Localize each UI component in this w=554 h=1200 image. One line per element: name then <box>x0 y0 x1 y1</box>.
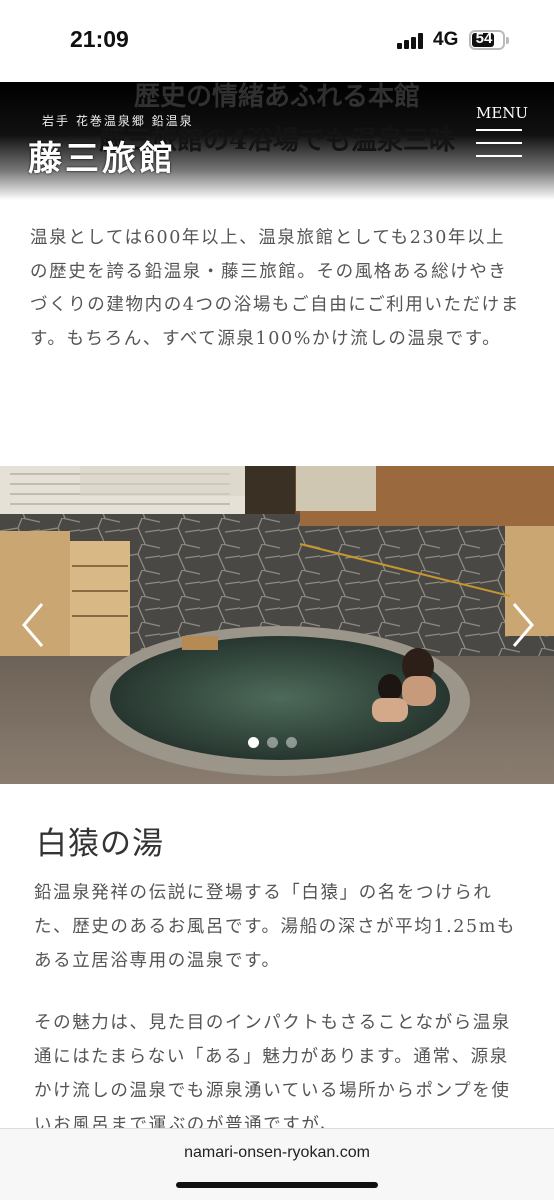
menu-button[interactable]: MENU <box>476 104 529 168</box>
site-header: 歴史の情緒あふれる本館 藤三旅館の4浴場でも温泉三昧 岩手 花巻温泉郷 鉛温泉 … <box>0 82 554 200</box>
status-bar: 21:09 4G 54 <box>0 0 554 82</box>
logo-title: 藤三旅館 <box>28 139 176 179</box>
battery-level: 54 <box>475 30 493 47</box>
carousel-next-arrow-icon[interactable] <box>508 600 536 650</box>
logo-subtitle: 岩手 花巻温泉郷 鉛温泉 <box>42 114 194 128</box>
url-text[interactable]: namari-onsen-ryokan.com <box>0 1144 554 1162</box>
site-logo[interactable]: 岩手 花巻温泉郷 鉛温泉 藤三旅館 <box>28 112 194 180</box>
network-type: 4G <box>433 29 459 50</box>
section-paragraph-1: 鉛温泉発祥の伝説に登場する「白猿」の名をつけられた、歴史のあるお風呂です。湯船の… <box>34 883 517 971</box>
page-heading-line-1: 歴史の情緒あふれる本館 <box>133 82 420 112</box>
battery-icon: 54 <box>469 30 509 50</box>
carousel-dot-3[interactable] <box>286 737 297 748</box>
browser-address-bar[interactable]: namari-onsen-ryokan.com <box>0 1128 554 1200</box>
carousel-dot-2[interactable] <box>267 737 278 748</box>
intro-text: 温泉としては600年以上、温泉旅館としても230年以上の歴史を誇る鉛温泉・藤三旅… <box>30 228 520 349</box>
carousel-dots <box>248 737 297 748</box>
home-indicator[interactable] <box>176 1182 378 1188</box>
carousel-prev-arrow-icon[interactable] <box>20 600 48 650</box>
signal-icon <box>397 33 425 49</box>
hamburger-icon <box>476 129 522 157</box>
section-title: 白猿の湯 <box>36 826 164 862</box>
menu-label: MENU <box>476 104 529 122</box>
section-paragraph-2: その魅力は、見た目のインパクトもさることながら温泉通にはたまらない「ある」魅力が… <box>34 1013 511 1135</box>
status-time: 21:09 <box>70 26 129 52</box>
carousel-dot-1[interactable] <box>248 737 259 748</box>
